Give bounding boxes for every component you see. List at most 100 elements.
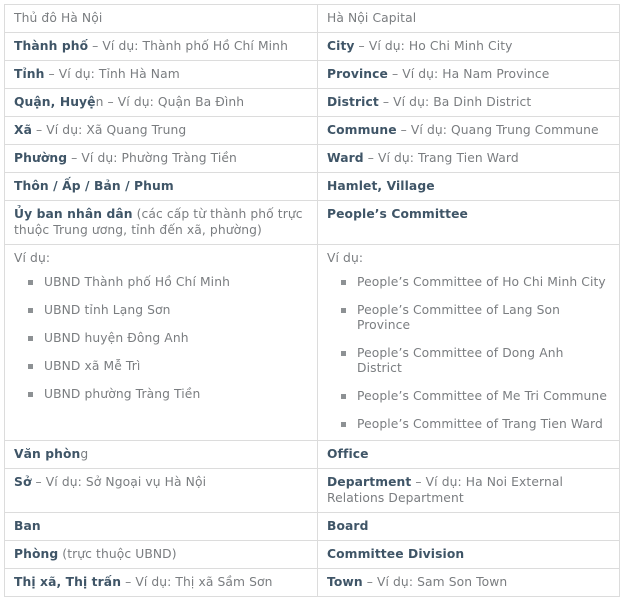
- town-vi-cell: Thị xã, Thị trấn – Ví dụ: Thị xã Sầm Sơn: [4, 568, 318, 597]
- hamlet-en-term: Hamlet, Village: [327, 179, 435, 193]
- bullet-square-icon: [341, 351, 346, 356]
- table-row: Tỉnh – Ví dụ: Tỉnh Hà Nam Province – Ví d…: [4, 60, 620, 89]
- table-row: Sở – Ví dụ: Sở Ngoại vụ Hà Nội Department…: [4, 468, 620, 513]
- list-item: UBND Thành phố Hồ Chí Minh: [28, 275, 308, 290]
- bullet-square-icon: [28, 336, 33, 341]
- district-vi-cell: Quận, Huyện – Ví dụ: Quận Ba Đình: [4, 88, 318, 117]
- bullet-square-icon: [28, 280, 33, 285]
- board-vi-term: Ban: [14, 519, 41, 533]
- table-row: Ví dụ: UBND Thành phố Hồ Chí Minh UBND tỉn…: [4, 244, 620, 441]
- town-en-detail: – Ví dụ: Sam Son Town: [362, 575, 508, 589]
- ward-vi-term: Phường: [14, 151, 68, 165]
- list-item-label: People’s Committee of Ho Chi Minh City: [357, 275, 606, 289]
- board-en-term: Board: [327, 519, 369, 533]
- list-item: UBND xã Mễ Trì: [28, 359, 308, 374]
- province-en-detail: – Ví dụ: Ha Nam Province: [387, 67, 550, 81]
- town-en-cell: Town – Ví dụ: Sam Son Town: [317, 568, 620, 597]
- table-row: Ban Board: [4, 512, 620, 541]
- vietnamese-english-terminology-table: Thủ đô Hà Nội Hà Nội Capital Thành phố – V…: [4, 4, 620, 597]
- peoples-committee-vi-term: Ủy ban nhân dân: [14, 207, 133, 221]
- department-vi-detail: – Ví dụ: Sở Ngoại vụ Hà Nội: [31, 475, 207, 489]
- ward-en-term: Ward: [327, 151, 364, 165]
- list-item-label: UBND huyện Đông Anh: [44, 331, 189, 345]
- ward-vi-detail: – Ví dụ: Phường Tràng Tiền: [67, 151, 237, 165]
- committee-division-vi-detail: (trực thuộc UBND): [58, 547, 177, 561]
- capital-en-detail: Hà Nội Capital: [327, 11, 417, 25]
- city-en-detail: – Ví dụ: Ho Chi Minh City: [354, 39, 513, 53]
- ward-en-detail: – Ví dụ: Trang Tien Ward: [363, 151, 519, 165]
- table-body: Thủ đô Hà Nội Hà Nội Capital Thành phố – V…: [4, 4, 620, 597]
- examples-en-cell: Ví dụ: People’s Committee of Ho Chi Minh …: [317, 244, 620, 441]
- board-vi-cell: Ban: [4, 512, 318, 541]
- city-en-cell: City – Ví dụ: Ho Chi Minh City: [317, 32, 620, 61]
- commune-en-detail: – Ví dụ: Quang Trung Commune: [396, 123, 599, 137]
- examples-en-list: People’s Committee of Ho Chi Minh City Pe…: [327, 275, 610, 432]
- office-en-term: Office: [327, 447, 369, 461]
- city-vi-detail: – Ví dụ: Thành phố Hồ Chí Minh: [88, 39, 288, 53]
- table-row: Thành phố – Ví dụ: Thành phố Hồ Chí Minh…: [4, 32, 620, 61]
- district-en-cell: District – Ví dụ: Ba Dinh District: [317, 88, 620, 117]
- list-item: People’s Committee of Me Tri Commune: [341, 389, 610, 404]
- examples-vi-cell: Ví dụ: UBND Thành phố Hồ Chí Minh UBND tỉn…: [4, 244, 318, 441]
- list-item: People’s Committee of Ho Chi Minh City: [341, 275, 610, 290]
- bullet-square-icon: [341, 280, 346, 285]
- office-en-cell: Office: [317, 440, 620, 469]
- hamlet-vi-term: Thôn / Ấp / Bản / Phum: [14, 179, 174, 193]
- examples-vi-label: Ví dụ:: [14, 251, 51, 265]
- city-vi-cell: Thành phố – Ví dụ: Thành phố Hồ Chí Minh: [4, 32, 318, 61]
- hamlet-vi-cell: Thôn / Ấp / Bản / Phum: [4, 172, 318, 201]
- peoples-committee-vi-cell: Ủy ban nhân dân (các cấp từ thành phố tr…: [4, 200, 318, 245]
- table-row: Xã – Ví dụ: Xã Quang Trung Commune – Ví d…: [4, 116, 620, 145]
- province-vi-cell: Tỉnh – Ví dụ: Tỉnh Hà Nam: [4, 60, 318, 89]
- table-row: Thôn / Ấp / Bản / Phum Hamlet, Village: [4, 172, 620, 201]
- page-container: Thủ đô Hà Nội Hà Nội Capital Thành phố – V…: [0, 0, 638, 597]
- capital-vi-cell: Thủ đô Hà Nội: [4, 4, 318, 33]
- ward-en-cell: Ward – Ví dụ: Trang Tien Ward: [317, 144, 620, 173]
- bullet-square-icon: [28, 308, 33, 313]
- city-vi-term: Thành phố: [14, 39, 89, 53]
- list-item: People’s Committee of Lang Son Province: [341, 303, 610, 333]
- committee-division-vi-cell: Phòng (trực thuộc UBND): [4, 540, 318, 569]
- commune-vi-term: Xã: [14, 123, 32, 137]
- town-vi-term: Thị xã, Thị trấn: [14, 575, 122, 589]
- bullet-square-icon: [28, 364, 33, 369]
- list-item: UBND phường Tràng Tiền: [28, 387, 308, 402]
- examples-vi-list: UBND Thành phố Hồ Chí Minh UBND tỉnh Lạng…: [14, 275, 308, 402]
- department-en-cell: Department – Ví dụ: Ha Noi External Rela…: [317, 468, 620, 513]
- province-vi-term: Tỉnh: [14, 67, 45, 81]
- district-vi-detail: n – Ví dụ: Quận Ba Đình: [95, 95, 245, 109]
- board-en-cell: Board: [317, 512, 620, 541]
- table-row: Ủy ban nhân dân (các cấp từ thành phố tr…: [4, 200, 620, 245]
- bullet-square-icon: [341, 394, 346, 399]
- province-en-term: Province: [327, 67, 388, 81]
- town-en-term: Town: [327, 575, 363, 589]
- committee-division-en-cell: Committee Division: [317, 540, 620, 569]
- list-item: People’s Committee of Dong Anh District: [341, 346, 610, 376]
- city-en-term: City: [327, 39, 355, 53]
- list-item-label: UBND phường Tràng Tiền: [44, 387, 201, 401]
- province-vi-detail: – Ví dụ: Tỉnh Hà Nam: [44, 67, 180, 81]
- table-row: Phường – Ví dụ: Phường Tràng Tiền Ward – …: [4, 144, 620, 173]
- bullet-square-icon: [28, 392, 33, 397]
- department-vi-term: Sở: [14, 475, 32, 489]
- table-row: Quận, Huyện – Ví dụ: Quận Ba Đình Distric…: [4, 88, 620, 117]
- district-en-detail: – Ví dụ: Ba Dinh District: [378, 95, 532, 109]
- commune-en-term: Commune: [327, 123, 397, 137]
- list-item-label: UBND Thành phố Hồ Chí Minh: [44, 275, 230, 289]
- committee-division-en-term: Committee Division: [327, 547, 465, 561]
- list-item-label: People’s Committee of Lang Son Province: [357, 303, 561, 332]
- list-item-label: People’s Committee of Dong Anh District: [357, 346, 564, 375]
- bullet-square-icon: [341, 422, 346, 427]
- peoples-committee-en-term: People’s Committee: [327, 207, 468, 221]
- table-row: Phòng (trực thuộc UBND) Committee Divisio…: [4, 540, 620, 569]
- list-item: UBND huyện Đông Anh: [28, 331, 308, 346]
- commune-vi-cell: Xã – Ví dụ: Xã Quang Trung: [4, 116, 318, 145]
- list-item: People’s Committee of Trang Tien Ward: [341, 417, 610, 432]
- list-item-label: UBND xã Mễ Trì: [44, 359, 141, 373]
- examples-en-label: Ví dụ:: [327, 251, 364, 265]
- office-vi-detail: g: [80, 447, 89, 461]
- capital-vi-detail: Thủ đô Hà Nội: [14, 11, 103, 25]
- town-vi-detail: – Ví dụ: Thị xã Sầm Sơn: [121, 575, 273, 589]
- district-vi-term: Quận, Huyệ: [14, 95, 96, 109]
- department-en-term: Department: [327, 475, 412, 489]
